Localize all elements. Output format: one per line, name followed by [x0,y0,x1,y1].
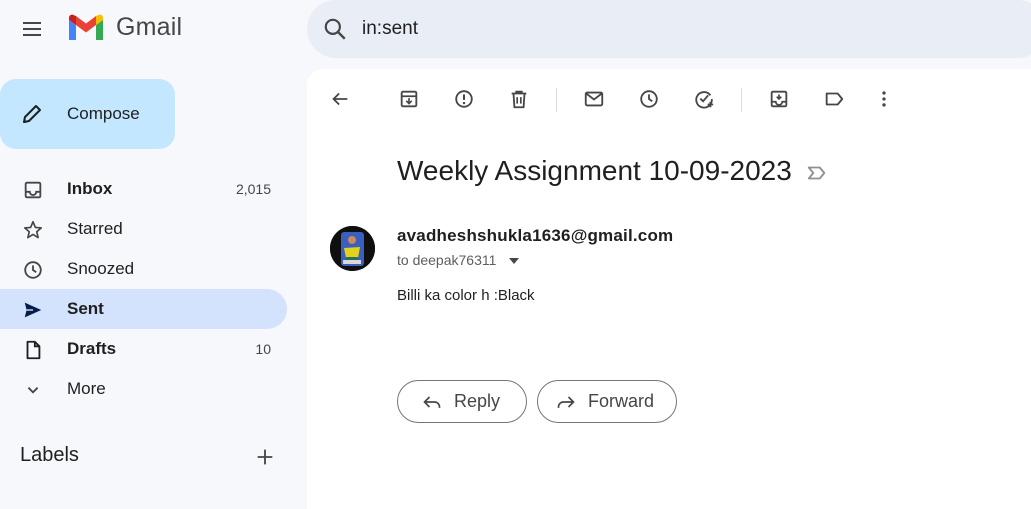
search-icon[interactable] [322,16,348,42]
pencil-icon [23,105,41,123]
sidebar-item-label: More [67,379,106,398]
email-subject: Weekly Assignment 10-09-2023 [397,155,792,186]
compose-label: Compose [67,104,140,123]
add-task-icon[interactable] [693,88,715,110]
mark-unread-icon[interactable] [583,88,605,110]
sidebar-item-label: Starred [67,219,123,238]
chevron-down-icon [27,387,39,394]
move-to-icon[interactable] [768,88,790,110]
more-icon[interactable] [873,88,895,110]
star-icon [23,220,43,239]
draft-icon [26,340,41,360]
sidebar-item-drafts[interactable]: Drafts 10 [0,329,287,369]
plus-icon[interactable] [254,446,276,468]
sidebar-item-label: Drafts [67,339,117,358]
snooze-icon[interactable] [638,88,660,110]
importance-marker-icon[interactable] [806,162,828,184]
caret-down-icon[interactable] [509,258,519,264]
sender-email[interactable]: avadheshshukla1636@gmail.com [397,226,673,246]
sidebar-item-label: Inbox [67,179,113,198]
forward-label: Forward [588,391,655,411]
label-icon[interactable] [823,88,845,110]
labels-heading: Labels [20,444,79,466]
report-spam-icon[interactable] [453,88,475,110]
reply-button[interactable]: Reply [397,380,527,423]
menu-icon [23,22,41,36]
sidebar-item-snoozed[interactable]: Snoozed [0,249,287,289]
delete-icon[interactable] [508,88,530,110]
reply-icon [423,395,441,408]
sender-avatar[interactable] [330,226,375,271]
sidebar-item-label: Snoozed [67,259,135,278]
sidebar-item-more[interactable]: More [0,369,287,409]
email-body: Billi ka color h :Black [397,287,535,304]
sidebar-item-sent[interactable]: Sent [0,289,287,329]
sidebar-item-starred[interactable]: Starred [0,209,287,249]
main-menu-button[interactable] [16,13,48,45]
draft-count: 10 [255,341,271,357]
sidebar-item-inbox[interactable]: Inbox 2,015 [0,169,287,209]
send-icon [24,302,42,318]
back-icon[interactable] [329,88,351,110]
gmail-logo[interactable]: Gmail [66,12,182,42]
toolbar-divider [556,88,557,112]
gmail-m-icon [69,14,103,40]
unread-count: 2,015 [235,181,271,197]
recipient-line: to deepak76311 [397,252,497,268]
forward-button[interactable]: Forward [537,380,677,423]
toolbar-divider [741,88,742,112]
forward-icon [557,395,575,408]
inbox-icon [24,181,42,199]
search-input[interactable]: in:sent [362,18,418,40]
app-name: Gmail [116,12,183,41]
reply-label: Reply [454,391,501,411]
archive-icon[interactable] [398,88,420,110]
sidebar-item-label: Sent [67,299,104,318]
clock-icon [24,261,42,279]
avatar-image [330,226,375,271]
